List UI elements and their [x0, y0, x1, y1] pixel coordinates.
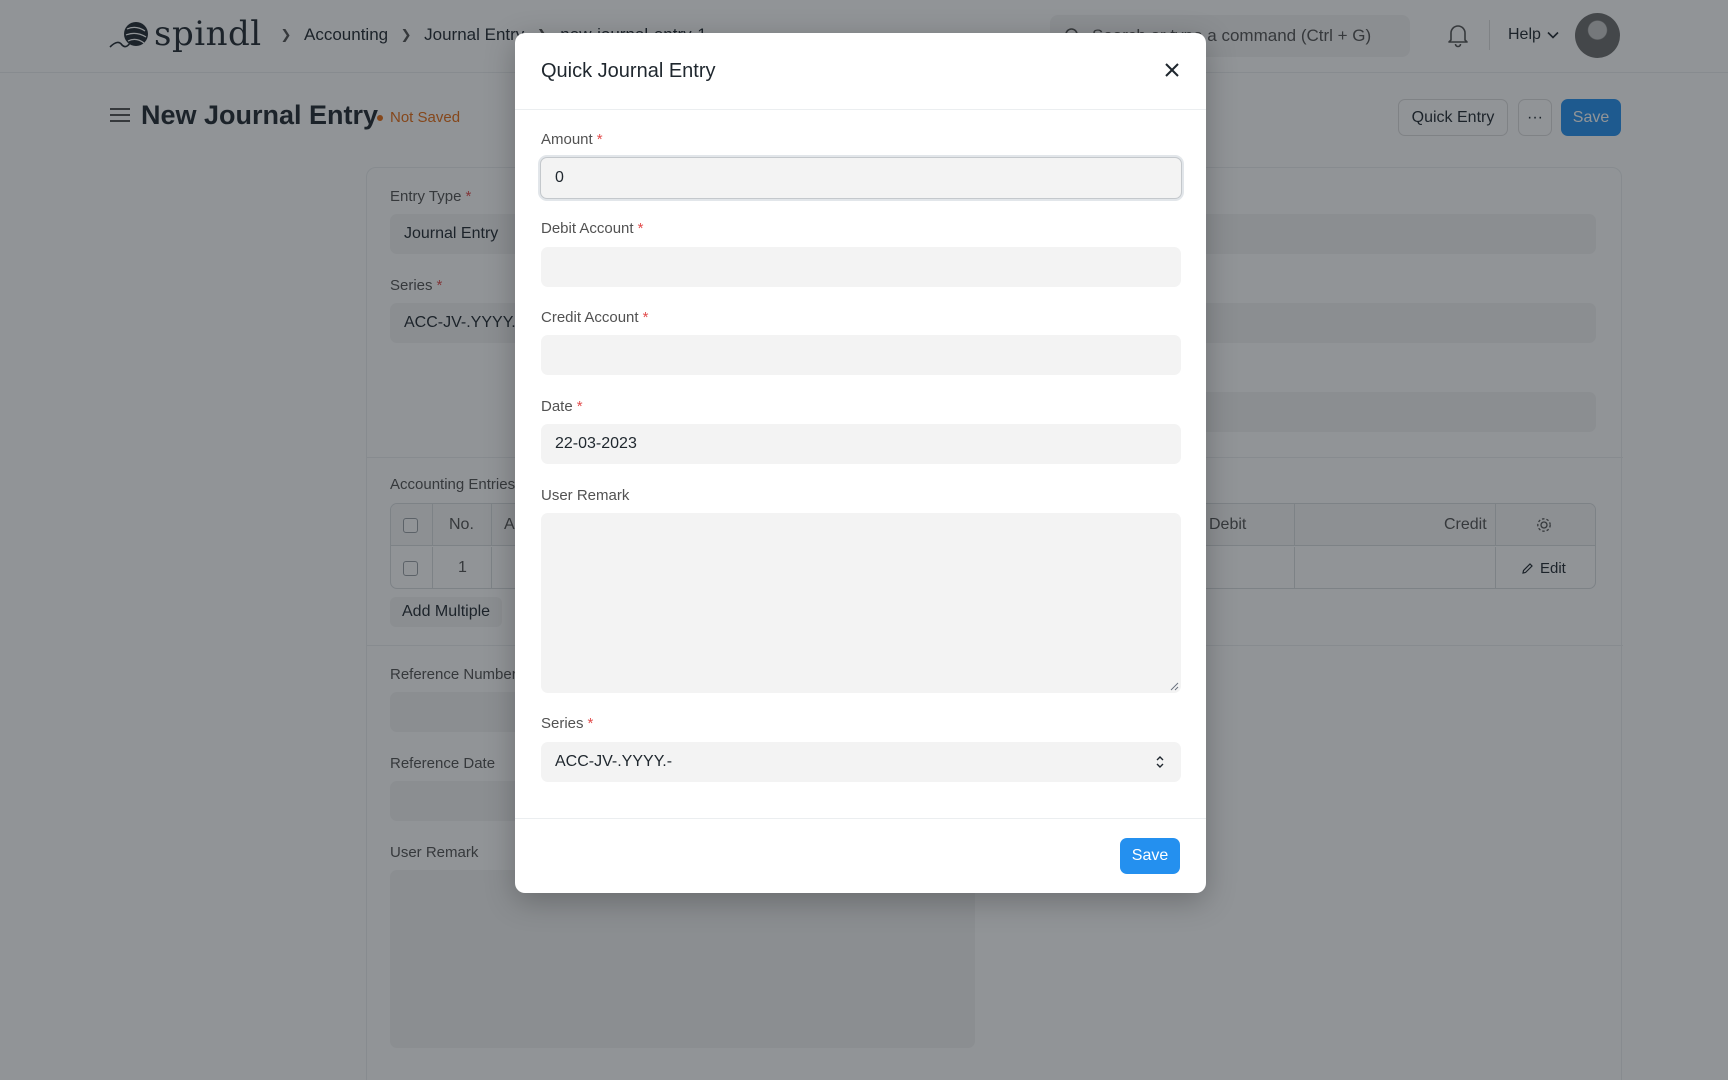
series-label: Series *	[541, 715, 594, 732]
debit-account-input[interactable]	[541, 247, 1181, 287]
credit-account-label: Credit Account *	[541, 309, 649, 326]
amount-input[interactable]: 0	[540, 157, 1182, 199]
modal-save-button[interactable]: Save	[1120, 838, 1180, 874]
amount-label: Amount *	[541, 131, 603, 148]
debit-account-label: Debit Account *	[541, 220, 644, 237]
series-select[interactable]: ACC-JV-.YYYY.-	[541, 742, 1181, 782]
date-label: Date *	[541, 398, 583, 415]
select-arrows-icon	[1156, 756, 1164, 768]
modal-title: Quick Journal Entry	[541, 60, 716, 82]
resize-handle-icon[interactable]	[1169, 681, 1179, 691]
user-remark-label: User Remark	[541, 487, 630, 504]
close-button[interactable]	[1160, 58, 1184, 82]
quick-journal-entry-dialog: Quick Journal Entry Amount * 0 Debit Acco…	[515, 33, 1206, 893]
date-input[interactable]: 22-03-2023	[541, 424, 1181, 464]
series-value: ACC-JV-.YYYY.-	[555, 753, 673, 770]
modal-footer-divider	[515, 818, 1206, 819]
modal-header: Quick Journal Entry	[515, 33, 1206, 110]
close-icon	[1165, 63, 1179, 77]
user-remark-textarea[interactable]	[541, 513, 1181, 693]
credit-account-input[interactable]	[541, 335, 1181, 375]
